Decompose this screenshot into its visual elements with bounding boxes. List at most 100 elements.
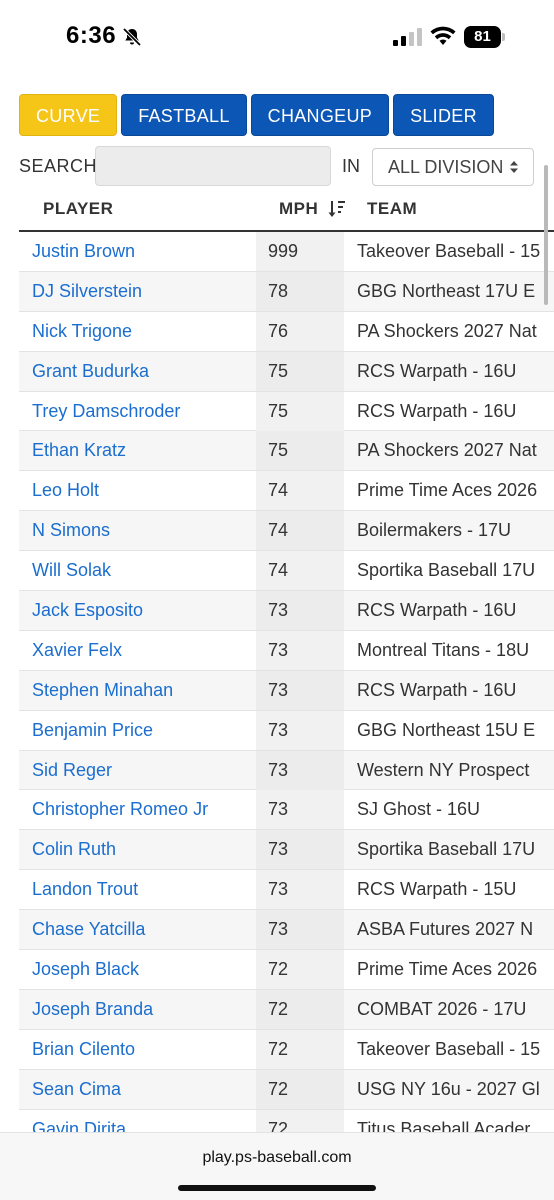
mph-value: 73 [256, 670, 344, 710]
team-name: RCS Warpath - 15U [357, 879, 517, 900]
mph-value: 74 [256, 551, 344, 591]
bell-muted-icon [122, 27, 142, 47]
sort-descending-icon[interactable] [327, 199, 347, 219]
mph-value: 73 [256, 870, 344, 910]
team-name: Boilermakers - 17U [357, 520, 512, 541]
table-row[interactable]: Leo Holt 74 Prime Time Aces 2026 [19, 471, 554, 512]
search-label: SEARCH [19, 156, 98, 176]
team-name: Prime Time Aces 2026 [357, 959, 538, 980]
mph-value: 74 [256, 471, 344, 511]
player-name-link[interactable]: Stephen Minahan [32, 671, 264, 710]
division-select[interactable]: ALL DIVISION [372, 148, 534, 186]
column-header-player[interactable]: PLAYER [43, 199, 113, 219]
select-caret-icon [510, 161, 518, 173]
table-row[interactable]: N Simons 74 Boilermakers - 17U [19, 511, 554, 552]
table-row[interactable]: Joseph Black 72 Prime Time Aces 2026 [19, 950, 554, 990]
team-name: Sportika Baseball 17U [357, 839, 536, 860]
table-row[interactable]: Will Solak 74 Sportika Baseball 17U [19, 551, 554, 592]
table-row[interactable]: Landon Trout 73 RCS Warpath - 15U [19, 870, 554, 911]
mph-value: 73 [256, 630, 344, 670]
player-name-link[interactable]: Joseph Black [32, 950, 264, 989]
team-name: COMBAT 2026 - 17U [357, 998, 527, 1019]
mph-value: 73 [256, 830, 344, 870]
table-row[interactable]: Chase Yatcilla 73 ASBA Futures 2027 N [19, 910, 554, 951]
column-header-mph[interactable]: MPH [279, 199, 318, 219]
search-bar: SEARCH IN ALL DIVISION [19, 146, 554, 186]
table-row[interactable]: Stephen Minahan 73 RCS Warpath - 16U [19, 670, 554, 711]
player-name-link[interactable]: N Simons [32, 511, 264, 550]
table-row[interactable]: Sean Cima 72 USG NY 16u - 2027 Gl [19, 1069, 554, 1110]
player-name-link[interactable]: Sid Reger [32, 751, 264, 790]
player-name-link[interactable]: Trey Damschroder [32, 392, 264, 431]
table-row[interactable]: Brian Cilento 72 Takeover Baseball - 15 [19, 1029, 554, 1070]
player-name-link[interactable]: Christopher Romeo Jr [32, 790, 264, 829]
table-row[interactable]: Christopher Romeo Jr 73 SJ Ghost - 16U [19, 790, 554, 831]
scrollbar[interactable] [544, 165, 548, 305]
table-row[interactable]: DJ Silverstein 78 GBG Northeast 17U E [19, 271, 554, 312]
mph-value: 72 [256, 1069, 344, 1109]
table-row[interactable]: Trey Damschroder 75 RCS Warpath - 16U [19, 391, 554, 432]
status-bar: 6:36 81 [0, 0, 554, 76]
player-name-link[interactable]: Ethan Kratz [32, 431, 264, 470]
leaderboard-table: PLAYER MPH TEAM Justin Brown 999 Takeover … [19, 190, 554, 1132]
player-name-link[interactable]: Landon Trout [32, 870, 264, 909]
table-row[interactable]: Jack Esposito 73 RCS Warpath - 16U [19, 591, 554, 631]
tab-changeup[interactable]: CHANGEUP [250, 94, 390, 136]
table-row[interactable]: Nick Trigone 76 PA Shockers 2027 Nat [19, 311, 554, 352]
player-name-link[interactable]: Leo Holt [32, 471, 264, 510]
search-input[interactable] [95, 146, 331, 186]
player-name-link[interactable]: Jack Esposito [32, 591, 264, 630]
table-row[interactable]: Gavin Dirita 72 Titus Baseball Acader [19, 1109, 554, 1132]
mph-value: 73 [256, 591, 344, 631]
mph-value: 72 [256, 1029, 344, 1069]
player-name-link[interactable]: Grant Budurka [32, 352, 264, 391]
mph-value: 73 [256, 790, 344, 830]
in-label: IN [342, 156, 360, 176]
table-row[interactable]: Grant Budurka 75 RCS Warpath - 16U [19, 351, 554, 392]
tab-curve[interactable]: CURVE [19, 94, 118, 136]
table-row[interactable]: Colin Ruth 73 Sportika Baseball 17U [19, 830, 554, 871]
tab-fastball[interactable]: FASTBALL [121, 94, 247, 136]
team-name: SJ Ghost - 16U [357, 799, 481, 820]
table-header: PLAYER MPH TEAM [19, 190, 554, 232]
home-indicator[interactable] [178, 1185, 376, 1191]
tab-slider[interactable]: SLIDER [393, 94, 494, 136]
division-selected-value: ALL DIVISION [388, 157, 504, 177]
mph-value: 999 [256, 232, 344, 271]
player-name-link[interactable]: Benjamin Price [32, 711, 264, 750]
url-text[interactable]: play.ps-baseball.com [0, 1149, 554, 1167]
team-name: ASBA Futures 2027 N [357, 919, 534, 940]
player-name-link[interactable]: Colin Ruth [32, 830, 264, 869]
column-header-team[interactable]: TEAM [367, 199, 417, 219]
table-row[interactable]: Xavier Felx 73 Montreal Titans - 18U [19, 630, 554, 671]
table-row[interactable]: Benjamin Price 73 GBG Northeast 15U E [19, 710, 554, 751]
mph-value: 72 [256, 989, 344, 1029]
mph-value: 72 [256, 1109, 344, 1132]
player-name-link[interactable]: DJ Silverstein [32, 272, 264, 311]
player-name-link[interactable]: Sean Cima [32, 1070, 264, 1109]
table-row[interactable]: Joseph Branda 72 COMBAT 2026 - 17U [19, 989, 554, 1030]
team-name: Takeover Baseball - 15 [357, 1038, 541, 1059]
team-name: RCS Warpath - 16U [357, 679, 517, 700]
mph-value: 73 [256, 750, 344, 790]
player-name-link[interactable]: Will Solak [32, 551, 264, 590]
player-name-link[interactable]: Brian Cilento [32, 1030, 264, 1069]
table-row[interactable]: Sid Reger 73 Western NY Prospect [19, 750, 554, 791]
player-name-link[interactable]: Xavier Felx [32, 631, 264, 670]
player-name-link[interactable]: Chase Yatcilla [32, 910, 264, 949]
player-name-link[interactable]: Joseph Branda [32, 990, 264, 1029]
battery-level: 81 [464, 26, 501, 48]
team-name: GBG Northeast 17U E [357, 280, 536, 301]
table-row[interactable]: Ethan Kratz 75 PA Shockers 2027 Nat [19, 431, 554, 472]
mph-value: 76 [256, 311, 344, 351]
player-name-link[interactable]: Justin Brown [32, 232, 264, 271]
team-name: PA Shockers 2027 Nat [357, 440, 537, 461]
browser-url-bar: play.ps-baseball.com [0, 1132, 554, 1200]
team-name: Western NY Prospect [357, 759, 530, 780]
table-row[interactable]: Justin Brown 999 Takeover Baseball - 15 [19, 232, 554, 272]
mph-value: 78 [256, 271, 344, 311]
player-name-link[interactable]: Gavin Dirita [32, 1110, 264, 1132]
team-name: RCS Warpath - 16U [357, 600, 517, 621]
player-name-link[interactable]: Nick Trigone [32, 312, 264, 351]
team-name: Takeover Baseball - 15 [357, 241, 541, 261]
